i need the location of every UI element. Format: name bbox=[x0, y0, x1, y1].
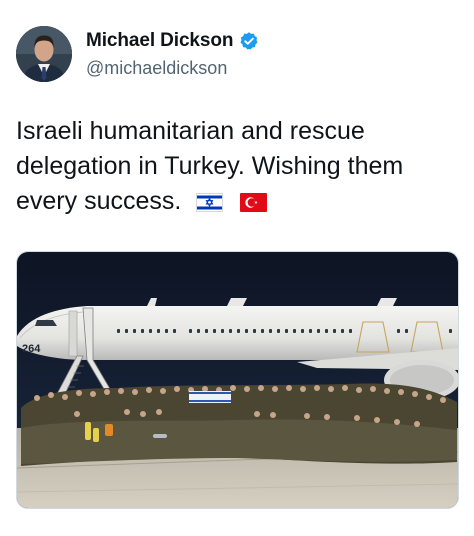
author-avatar[interactable] bbox=[16, 26, 72, 82]
tail-number: 264 bbox=[22, 343, 41, 355]
author-block: Michael Dickson @michaeldickson bbox=[86, 30, 259, 79]
author-handle[interactable]: @michaeldickson bbox=[86, 58, 259, 79]
tweet-text-block: Israeli humanitarian and rescue delegati… bbox=[16, 114, 462, 222]
verified-badge-icon bbox=[239, 31, 259, 51]
israel-flag-icon bbox=[196, 187, 224, 222]
person-avatar-icon bbox=[16, 26, 72, 82]
author-name-row: Michael Dickson bbox=[86, 30, 259, 52]
delegation-photo-image: 264 bbox=[17, 252, 458, 508]
turkey-flag-icon bbox=[240, 187, 268, 222]
tweet-photo[interactable]: 264 bbox=[16, 251, 459, 509]
tweet-card[interactable]: Michael Dickson @michaeldickson Israeli … bbox=[0, 0, 474, 536]
author-display-name[interactable]: Michael Dickson bbox=[86, 30, 233, 52]
